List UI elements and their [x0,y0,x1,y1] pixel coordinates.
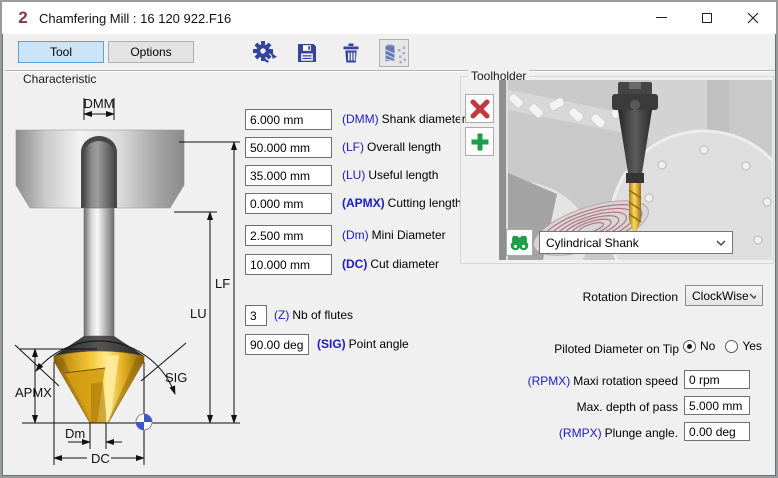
tab-options[interactable]: Options [108,41,194,63]
red-cross-icon [470,99,490,119]
save-icon [293,39,321,67]
chamfering-mill-window: 2 Chamfering Mill : 16 120 922.F16 Tool … [0,0,778,478]
maximize-button[interactable] [684,2,730,33]
nb-of-flutes-input[interactable] [245,305,267,326]
rotation-direction-value: ClockWise [692,289,749,303]
radio-no[interactable] [683,340,696,353]
nb-of-flutes-label: (Z)Nb of flutes [274,308,353,322]
plunge-angle-label: (RMPX)Plunge angle. [462,426,678,440]
save-button[interactable] [293,39,321,67]
diagram-label-dm: Dm [65,426,85,441]
shank-diameter-label: (DMM)Shank diameter [342,112,466,126]
point-angle-input[interactable] [245,334,309,355]
window-title: Chamfering Mill : 16 120 922.F16 [39,11,231,26]
mini-diameter-input[interactable] [245,225,332,246]
point-angle-label: (SIG)Point angle [317,337,409,351]
max-depth-of-pass-input[interactable] [684,396,750,415]
cut-diameter-input[interactable] [245,254,332,275]
tab-tool[interactable]: Tool [18,41,104,63]
binoculars-icon [509,232,530,253]
useful-length-input[interactable] [245,165,332,186]
maxi-rotation-speed-label: (RPMX)Maxi rotation speed [462,374,678,388]
minimize-icon [656,17,667,18]
radio-no-label: No [700,339,715,353]
chevron-down-icon [716,240,726,246]
cutting-length-label: (APMX)Cutting length [342,196,462,210]
diagram-label-dc: DC [91,451,110,466]
shank-type-value: Cylindrical Shank [546,236,639,250]
diagram-label-apmx: APMX [15,385,52,400]
simulation-button[interactable] [379,39,409,67]
shank-type-dropdown[interactable]: Cylindrical Shank [539,231,733,254]
minimize-button[interactable] [638,2,684,33]
add-toolholder-button[interactable] [465,127,494,156]
plunge-angle-input[interactable] [684,422,750,441]
datum-target-icon [136,414,152,430]
mini-diameter-label: (Dm)Mini Diameter [342,228,446,242]
diagram-label-lu: LU [190,306,207,321]
maximize-icon [702,13,712,23]
max-depth-of-pass-label: Max. depth of pass [462,400,678,414]
maxi-rotation-speed-input[interactable] [684,370,750,389]
close-icon [747,12,759,24]
rotation-direction-label: Rotation Direction [482,290,678,304]
radio-yes-label: Yes [742,339,762,353]
trash-icon [337,39,365,67]
chevron-down-icon [749,293,756,299]
shank-diameter-input[interactable] [245,109,332,130]
piloted-diameter-radio-group: No Yes [683,339,762,353]
app-logo-icon: 2 [13,8,33,28]
diagram-label-lf: LF [215,276,230,291]
tool-diagram: DMM LF LU APMX [7,84,247,476]
diagram-label-sig: SIG [165,370,187,385]
radio-yes[interactable] [725,340,738,353]
close-button[interactable] [730,2,776,33]
toolbar-separator [5,70,775,72]
delete-toolholder-button[interactable] [465,94,494,123]
overall-length-label: (LF)Overall length [342,140,441,154]
settings-refresh-icon [251,39,279,67]
settings-refresh-button[interactable] [251,39,279,67]
overall-length-input[interactable] [245,137,332,158]
tool-simulation-icon [380,40,408,66]
piloted-diameter-label: Piloted Diameter on Tip [432,342,679,356]
title-bar: 2 Chamfering Mill : 16 120 922.F16 [2,2,776,34]
delete-tool-button[interactable] [337,39,365,67]
rotation-direction-dropdown[interactable]: ClockWise [685,285,763,306]
cutting-length-input[interactable] [245,193,332,214]
cut-diameter-label: (DC)Cut diameter [342,257,439,271]
diagram-label-dmm: DMM [83,96,114,111]
search-toolholder-button[interactable] [506,229,533,256]
useful-length-label: (LU)Useful length [342,168,438,182]
green-plus-icon [470,132,490,152]
